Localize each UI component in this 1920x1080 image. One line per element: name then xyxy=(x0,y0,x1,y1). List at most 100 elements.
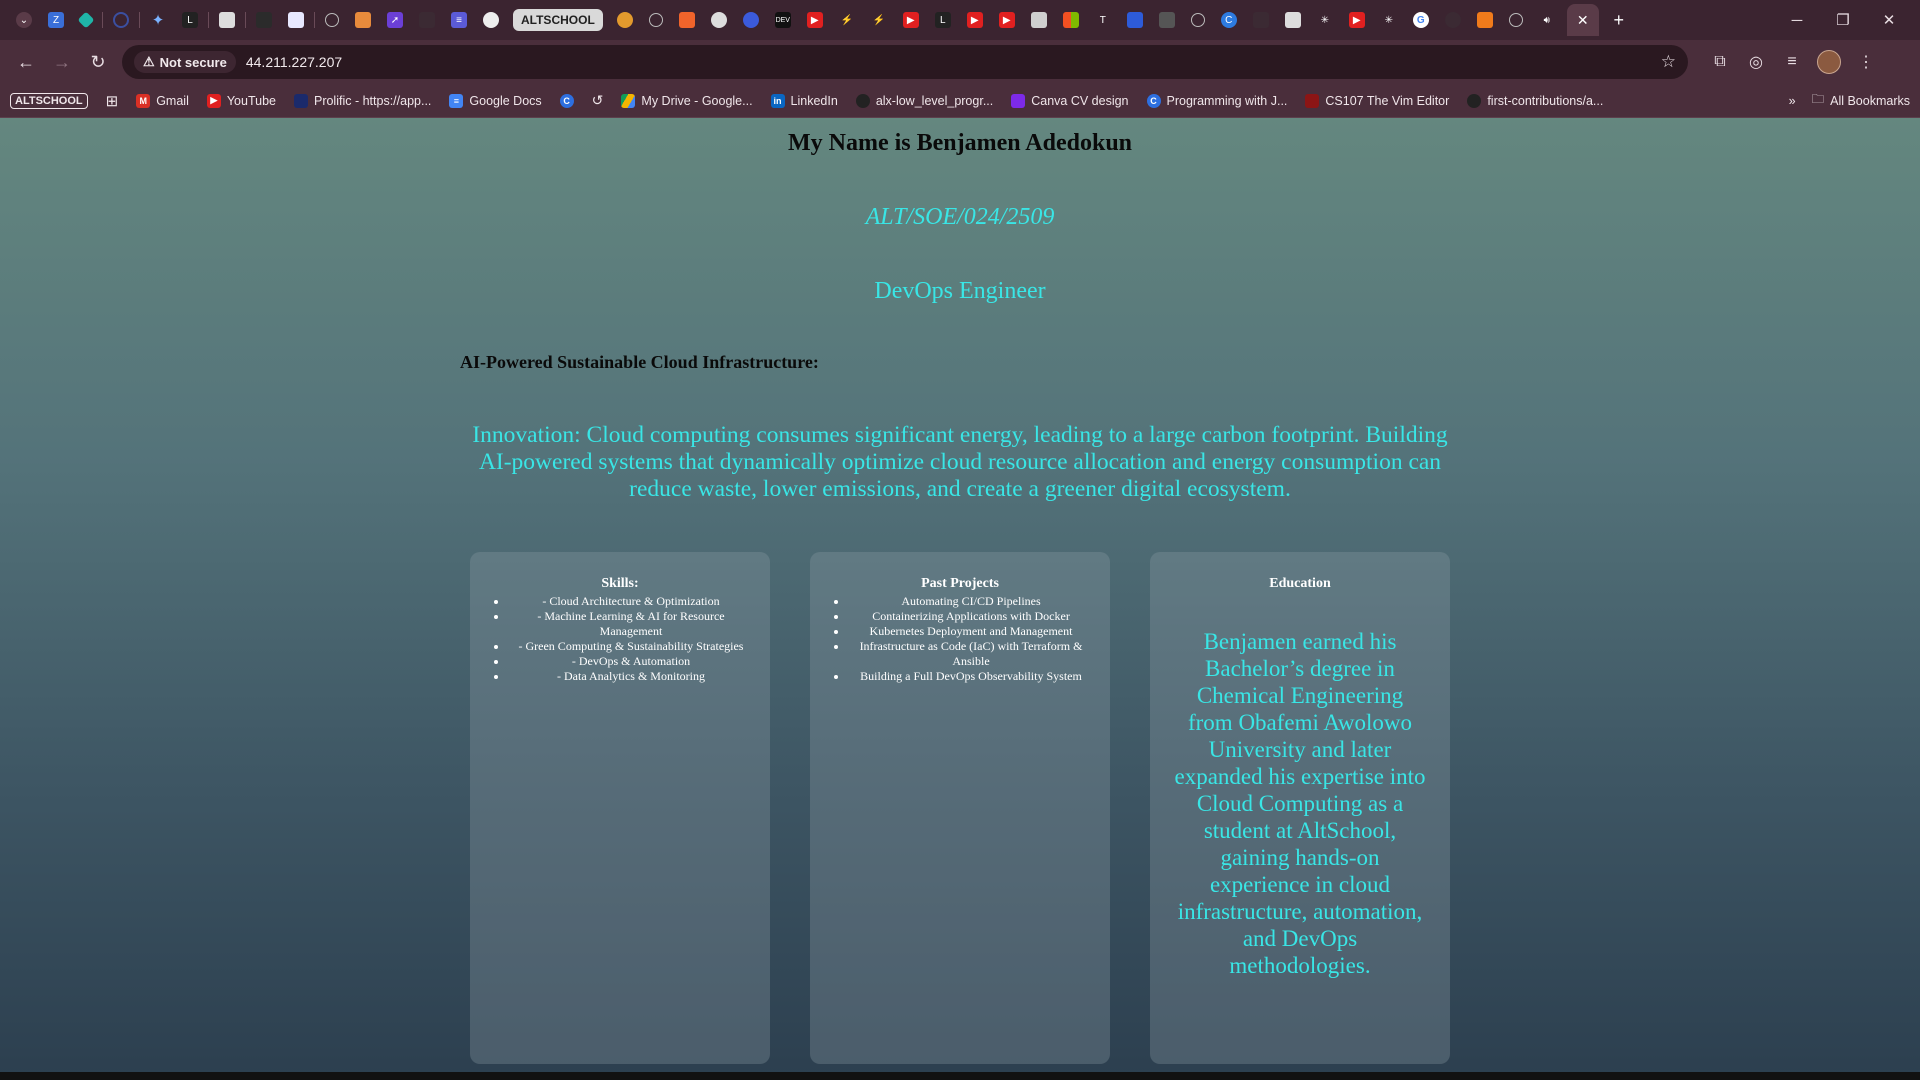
projects-card: Past Projects Automating CI/CD Pipelines… xyxy=(810,552,1110,1064)
tab-favicon[interactable] xyxy=(710,12,727,28)
speaker-icon[interactable]: 🔊︎ xyxy=(1539,12,1555,28)
close-window-icon[interactable]: ✕ xyxy=(1866,11,1912,29)
tab-favicon[interactable] xyxy=(113,12,129,28)
tab-search-icon[interactable]: ⌄ xyxy=(16,12,32,28)
bookmark-my-drive[interactable]: My Drive - Google... xyxy=(621,93,753,108)
youtube-icon[interactable]: ▶ xyxy=(902,12,919,28)
youtube-icon[interactable]: ▶ xyxy=(1348,12,1365,28)
tab-favicon[interactable] xyxy=(256,12,272,28)
github-icon xyxy=(855,93,870,108)
address-bar[interactable]: ⚠ Not secure 44.211.227.207 ☆ xyxy=(122,45,1688,79)
youtube-icon: ▶ xyxy=(206,93,221,108)
tab-favicon[interactable]: ≡ xyxy=(451,12,467,28)
all-bookmarks-label: All Bookmarks xyxy=(1830,93,1910,108)
youtube-icon[interactable]: ▶ xyxy=(998,12,1015,28)
media-controls-icon[interactable]: ≡ xyxy=(1774,53,1810,71)
bookmark-prolific[interactable]: Prolific - https://app... xyxy=(293,93,432,108)
tab-favicon[interactable] xyxy=(616,12,633,28)
tab-favicon[interactable]: L xyxy=(182,12,198,28)
page-bottom-edge xyxy=(0,1072,1920,1080)
restore-icon[interactable]: ❐ xyxy=(1820,11,1866,29)
bookmark-cs107[interactable]: CS107 The Vim Editor xyxy=(1305,93,1449,108)
window-controls: ─ ❐ ✕ xyxy=(1774,11,1912,30)
apps-grid-icon[interactable]: ⊞ xyxy=(106,92,119,110)
bookmark-label: Prolific - https://app... xyxy=(313,93,432,108)
bookmark-star-icon[interactable]: ☆ xyxy=(1661,52,1676,72)
skills-card: Skills: - Cloud Architecture & Optimizat… xyxy=(470,552,770,1064)
prolific-icon xyxy=(293,93,308,108)
globe-icon[interactable] xyxy=(648,13,663,27)
altschool-badge: ALTSCHOOL xyxy=(10,92,88,109)
rocket-icon[interactable]: ➚ xyxy=(387,12,403,28)
sparkle-icon[interactable]: ✳ xyxy=(1381,12,1397,28)
bookmark-first-contributions[interactable]: first-contributions/a... xyxy=(1467,93,1603,108)
tab-favicon[interactable] xyxy=(1126,12,1143,28)
bookmarks-bar: ALTSCHOOL ⊞ M Gmail ▶ YouTube Prolific -… xyxy=(0,84,1920,118)
tab-favicon[interactable] xyxy=(742,12,759,28)
extensions-icon[interactable]: ⧉ xyxy=(1702,53,1738,71)
tab-favicon[interactable]: C xyxy=(1220,12,1237,28)
history-icon[interactable]: ↺ xyxy=(592,92,604,109)
youtube-icon[interactable]: ▶ xyxy=(806,12,823,28)
forward-icon[interactable]: → xyxy=(44,44,80,80)
student-id: ALT/SOE/024/2509 xyxy=(865,204,1055,230)
screenshot-icon[interactable]: ◎ xyxy=(1738,52,1774,72)
new-tab-icon[interactable]: + xyxy=(1611,10,1627,30)
bookmark-c-icon[interactable]: C xyxy=(559,93,574,108)
bookmark-programming[interactable]: C Programming with J... xyxy=(1146,93,1287,108)
globe-icon[interactable] xyxy=(325,13,339,27)
tab-favicon[interactable] xyxy=(483,12,499,28)
bookmark-linkedin[interactable]: in LinkedIn xyxy=(770,93,838,108)
tab-favicon[interactable]: ⚡ xyxy=(871,12,887,28)
tab-favicon[interactable] xyxy=(1158,12,1175,28)
bookmark-google-docs[interactable]: ≡ Google Docs xyxy=(449,93,542,108)
tab-favicon[interactable]: T xyxy=(1095,12,1111,28)
bookmark-altschool[interactable]: ALTSCHOOL xyxy=(10,92,88,109)
tab-favicon[interactable] xyxy=(678,12,695,28)
sparkle-icon[interactable]: ✳ xyxy=(1317,12,1333,28)
tab-favicon[interactable]: ⚡ xyxy=(839,12,855,28)
bookmark-alx[interactable]: alx-low_level_progr... xyxy=(855,93,993,108)
stanford-icon xyxy=(1305,93,1320,108)
list-item: Containerizing Applications with Docker xyxy=(848,609,1094,624)
tab-favicon[interactable] xyxy=(219,12,235,28)
url-text[interactable]: 44.211.227.207 xyxy=(246,54,342,70)
globe-icon[interactable] xyxy=(1508,13,1523,27)
bookmarks-right: » 🗀︎ All Bookmarks xyxy=(1789,90,1910,111)
globe-icon[interactable] xyxy=(1190,13,1205,27)
youtube-icon[interactable]: ▶ xyxy=(966,12,983,28)
dev-icon[interactable]: DEV xyxy=(774,12,791,28)
tab-favicon[interactable] xyxy=(1284,12,1301,28)
tab-favicon[interactable] xyxy=(77,11,95,29)
c-icon: C xyxy=(1146,93,1161,108)
bookmark-canva[interactable]: Canva CV design xyxy=(1011,93,1129,108)
active-tab-close-icon[interactable]: ✕ xyxy=(1566,4,1599,36)
tab-favicon[interactable] xyxy=(288,12,304,28)
google-icon[interactable]: G xyxy=(1412,12,1429,28)
grid-icon[interactable] xyxy=(1030,12,1047,28)
tab-favicon[interactable]: L xyxy=(934,12,951,28)
list-item: - Green Computing & Sustainability Strat… xyxy=(508,639,754,654)
tab-favicon[interactable] xyxy=(419,12,435,28)
menu-icon[interactable]: ⋮ xyxy=(1848,52,1884,72)
folder-icon: 🗀︎ xyxy=(1811,92,1825,106)
altschool-tab-label[interactable]: ALTSCHOOL xyxy=(513,9,603,31)
back-icon[interactable]: ← xyxy=(8,44,44,80)
all-bookmarks-button[interactable]: 🗀︎ All Bookmarks xyxy=(1812,90,1910,111)
profile-avatar[interactable] xyxy=(1817,50,1841,74)
tab-favicon[interactable] xyxy=(355,12,371,28)
tab-favicon[interactable]: Z xyxy=(48,12,64,28)
minimize-icon[interactable]: ─ xyxy=(1774,12,1820,29)
security-chip[interactable]: ⚠ Not secure xyxy=(134,51,236,73)
bookmark-gmail[interactable]: M Gmail xyxy=(136,93,189,108)
more-bookmarks-icon[interactable]: » xyxy=(1789,94,1796,108)
tab-divider xyxy=(208,12,209,28)
tab-favicon[interactable] xyxy=(1476,12,1493,28)
reload-icon[interactable]: ↻ xyxy=(80,44,116,80)
tab-favicon[interactable] xyxy=(1444,12,1461,28)
microsoft-icon[interactable] xyxy=(1062,12,1079,28)
tab-favicon[interactable] xyxy=(1252,12,1269,28)
tab-favicon[interactable]: ✦ xyxy=(150,12,166,29)
drive-icon xyxy=(621,93,636,108)
bookmark-youtube[interactable]: ▶ YouTube xyxy=(206,93,276,108)
